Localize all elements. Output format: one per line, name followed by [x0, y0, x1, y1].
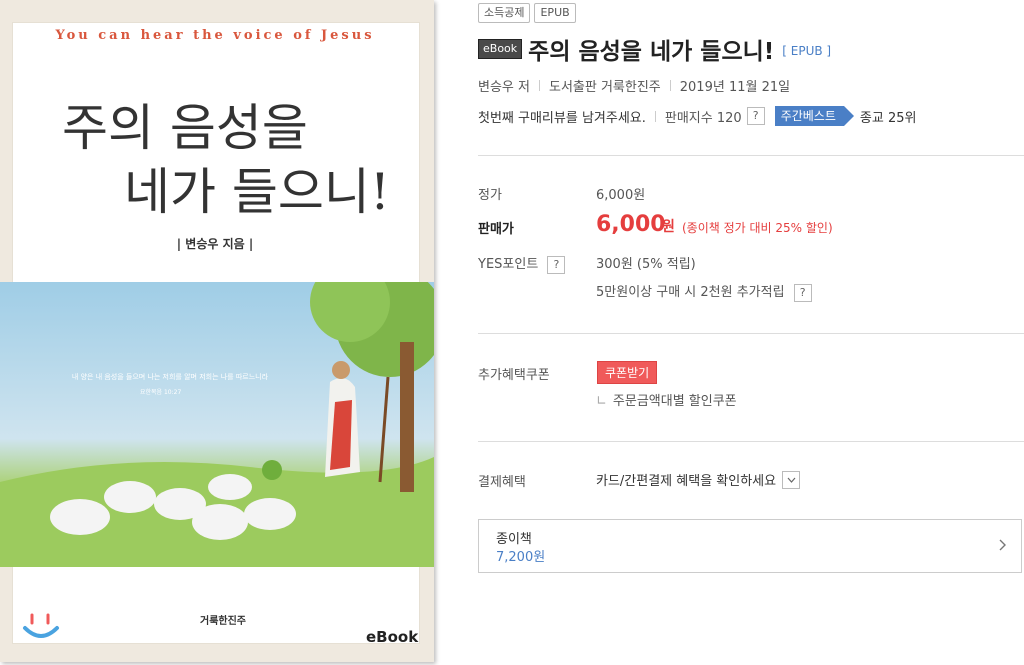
sale-discount: (종이책 정가 대비 25% 할인) [682, 221, 833, 235]
get-coupon-button[interactable]: 쿠폰받기 [597, 361, 658, 384]
points-extra: 5만원이상 구매 시 2천원 추가적립 [596, 285, 785, 300]
cover-author: | 변승우 지음 | [176, 237, 254, 251]
divider [478, 155, 1024, 156]
badge-group: 소득공제 EPUB [478, 3, 576, 23]
cover-title-line2: 네가 들으니! [124, 163, 390, 221]
publisher-logo: 거룩한진주 [200, 616, 246, 627]
cover-image: You can hear the voice of Jesus 주의 음성을 네… [0, 0, 434, 662]
meta-row: 변승우 저 도서출판 거룩한진주 2019년 11월 21일 [478, 76, 790, 95]
paper-book-link[interactable]: 종이책 7,200원 [478, 519, 1022, 573]
ebook-tag: eBook [478, 39, 523, 59]
paper-book-label: 종이책 [496, 532, 532, 547]
badge-tax-deduction: 소득공제 [478, 3, 531, 23]
payment-label: 결제혜택 [478, 475, 526, 490]
badge-epub: EPUB [534, 3, 576, 23]
category-rank[interactable]: 종교 25위 [860, 107, 917, 126]
sale-price: 6,000 [596, 212, 666, 237]
product-title: 주의 음성을 네가 들으니! [528, 39, 775, 65]
review-row: 첫번째 구매리뷰를 남겨주세요. 판매지수 120 ? 주간베스트 종교 25위 [478, 106, 916, 126]
points-extra-group: 5만원이상 구매 시 2천원 추가적립 ? [596, 281, 812, 302]
coupon-label: 추가혜택쿠폰 [478, 368, 550, 383]
cover-verse: 내 양은 내 음성을 들으며 나는 저희를 알며 저희는 나를 따르느니라 [71, 373, 269, 381]
separator [669, 80, 671, 91]
title-row: eBook 주의 음성을 네가 들으니! [ EPUB ] [478, 32, 831, 66]
points-label-group: YES포인트 ? [478, 253, 566, 274]
help-icon[interactable]: ? [793, 284, 812, 302]
pasture-illustration [0, 262, 434, 567]
cover-english-line: You can hear the voice of Jesus [55, 28, 375, 43]
chevron-right-icon [999, 539, 1006, 551]
list-price: 6,000원 [596, 188, 646, 203]
smile-icon [23, 613, 59, 638]
sale-price-unit: 원 [662, 219, 675, 235]
payment-select-label: 카드/간편결제 혜택을 확인하세요 [596, 474, 777, 489]
separator [538, 80, 540, 91]
corner-arrow-icon: ∟ [596, 394, 607, 409]
list-price-label: 정가 [478, 188, 502, 203]
author-link[interactable]: 변승우 저 [478, 76, 530, 95]
separator [654, 110, 656, 122]
sale-price-label: 판매가 [478, 222, 514, 237]
points-value: 300원 (5% 적립) [596, 257, 696, 272]
sales-index: 판매지수 120 [664, 110, 742, 126]
weekly-best-badge[interactable]: 주간베스트 [774, 106, 855, 126]
payment-benefit-select[interactable]: 카드/간편결제 혜택을 확인하세요 [596, 470, 801, 489]
publisher-link[interactable]: 도서출판 거룩한진주 [549, 76, 661, 95]
help-icon[interactable]: ? [547, 256, 566, 274]
format-label: [ EPUB ] [782, 44, 832, 58]
publish-date: 2019년 11월 21일 [679, 80, 791, 95]
review-prompt-link[interactable]: 첫번째 구매리뷰를 남겨주세요. [478, 107, 646, 126]
coupon-sub-item[interactable]: ∟ 주문금액대별 할인쿠폰 [596, 390, 737, 409]
cover-title-line1: 주의 음성을 [62, 99, 308, 157]
book-cover[interactable]: You can hear the voice of Jesus 주의 음성을 네… [0, 0, 440, 665]
cover-illustration [0, 262, 434, 567]
coupon-sub-label: 주문금액대별 할인쿠폰 [612, 394, 737, 409]
points-label: YES포인트 [478, 257, 539, 272]
cover-verse-ref: 요한복음 10:27 [140, 389, 182, 396]
cover-ebook-mark: eBook [366, 628, 419, 646]
chevron-down-icon[interactable] [782, 470, 801, 489]
divider [478, 441, 1024, 442]
help-icon[interactable]: ? [746, 107, 765, 125]
divider [478, 333, 1024, 334]
paper-book-price: 7,200원 [496, 550, 546, 565]
